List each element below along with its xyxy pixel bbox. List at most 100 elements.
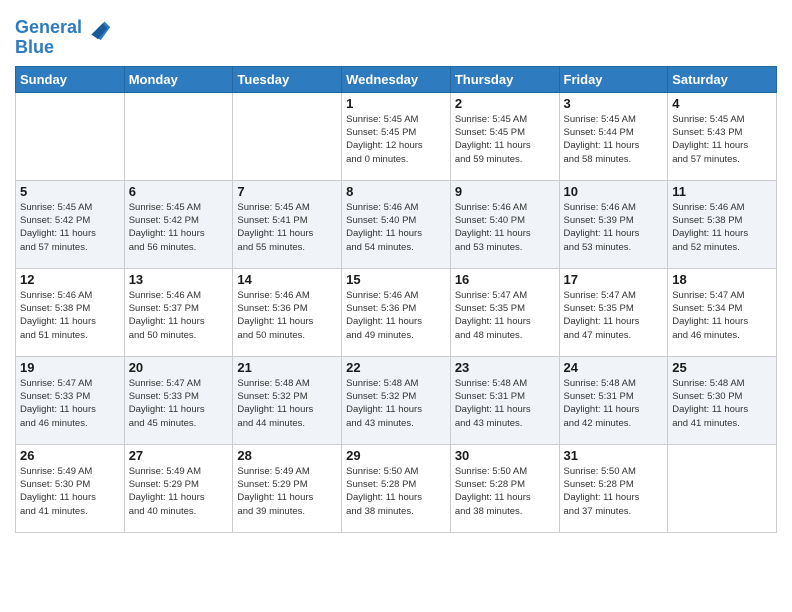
day-info: Sunrise: 5:46 AM Sunset: 5:40 PM Dayligh… [346,201,446,254]
day-info: Sunrise: 5:47 AM Sunset: 5:35 PM Dayligh… [564,289,664,342]
weekday-header-row: SundayMondayTuesdayWednesdayThursdayFrid… [16,66,777,92]
calendar-cell: 18 Sunrise: 5:47 AM Sunset: 5:34 PM Dayli… [668,268,777,356]
calendar-cell [124,92,233,180]
day-info: Sunrise: 5:45 AM Sunset: 5:43 PM Dayligh… [672,113,772,166]
calendar-cell: 6 Sunrise: 5:45 AM Sunset: 5:42 PM Daylig… [124,180,233,268]
day-number: 27 [129,448,229,463]
day-number: 8 [346,184,446,199]
day-info: Sunrise: 5:45 AM Sunset: 5:42 PM Dayligh… [129,201,229,254]
day-number: 20 [129,360,229,375]
day-info: Sunrise: 5:46 AM Sunset: 5:38 PM Dayligh… [20,289,120,342]
day-number: 18 [672,272,772,287]
day-number: 1 [346,96,446,111]
weekday-header-friday: Friday [559,66,668,92]
logo-text2: Blue [15,38,54,58]
calendar-cell: 16 Sunrise: 5:47 AM Sunset: 5:35 PM Dayli… [450,268,559,356]
weekday-header-saturday: Saturday [668,66,777,92]
calendar-cell: 22 Sunrise: 5:48 AM Sunset: 5:32 PM Dayli… [342,356,451,444]
day-info: Sunrise: 5:45 AM Sunset: 5:45 PM Dayligh… [346,113,446,166]
day-number: 11 [672,184,772,199]
day-number: 26 [20,448,120,463]
day-number: 21 [237,360,337,375]
day-info: Sunrise: 5:46 AM Sunset: 5:39 PM Dayligh… [564,201,664,254]
calendar-cell: 17 Sunrise: 5:47 AM Sunset: 5:35 PM Dayli… [559,268,668,356]
calendar-cell: 25Sunrise: 5:48 AM Sunset: 5:30 PM Dayli… [668,356,777,444]
day-number: 22 [346,360,446,375]
day-number: 6 [129,184,229,199]
week-row-1: 1 Sunrise: 5:45 AM Sunset: 5:45 PM Daylig… [16,92,777,180]
day-number: 12 [20,272,120,287]
weekday-header-monday: Monday [124,66,233,92]
day-number: 3 [564,96,664,111]
day-number: 2 [455,96,555,111]
day-info: Sunrise: 5:49 AM Sunset: 5:29 PM Dayligh… [129,465,229,518]
weekday-header-sunday: Sunday [16,66,125,92]
calendar-cell: 1 Sunrise: 5:45 AM Sunset: 5:45 PM Daylig… [342,92,451,180]
calendar-cell: 5 Sunrise: 5:45 AM Sunset: 5:42 PM Daylig… [16,180,125,268]
logo: General Blue [15,14,112,58]
day-number: 14 [237,272,337,287]
day-number: 19 [20,360,120,375]
day-number: 4 [672,96,772,111]
day-info: Sunrise: 5:46 AM Sunset: 5:38 PM Dayligh… [672,201,772,254]
day-info: Sunrise: 5:46 AM Sunset: 5:37 PM Dayligh… [129,289,229,342]
weekday-header-tuesday: Tuesday [233,66,342,92]
day-info: Sunrise: 5:48 AM Sunset: 5:31 PM Dayligh… [455,377,555,430]
calendar-cell: 3 Sunrise: 5:45 AM Sunset: 5:44 PM Daylig… [559,92,668,180]
day-info: Sunrise: 5:48 AM Sunset: 5:32 PM Dayligh… [237,377,337,430]
day-number: 17 [564,272,664,287]
calendar-cell: 2 Sunrise: 5:45 AM Sunset: 5:45 PM Daylig… [450,92,559,180]
day-number: 23 [455,360,555,375]
calendar-cell: 14 Sunrise: 5:46 AM Sunset: 5:36 PM Dayli… [233,268,342,356]
calendar-cell: 11 Sunrise: 5:46 AM Sunset: 5:38 PM Dayli… [668,180,777,268]
day-info: Sunrise: 5:48 AM Sunset: 5:32 PM Dayligh… [346,377,446,430]
calendar-cell: 8 Sunrise: 5:46 AM Sunset: 5:40 PM Daylig… [342,180,451,268]
day-info: Sunrise: 5:48 AM Sunset: 5:30 PM Dayligh… [672,377,772,430]
calendar-cell: 12 Sunrise: 5:46 AM Sunset: 5:38 PM Dayli… [16,268,125,356]
calendar-cell [668,444,777,532]
week-row-2: 5 Sunrise: 5:45 AM Sunset: 5:42 PM Daylig… [16,180,777,268]
day-number: 13 [129,272,229,287]
week-row-5: 26Sunrise: 5:49 AM Sunset: 5:30 PM Dayli… [16,444,777,532]
day-number: 10 [564,184,664,199]
day-info: Sunrise: 5:50 AM Sunset: 5:28 PM Dayligh… [346,465,446,518]
calendar-cell: 28Sunrise: 5:49 AM Sunset: 5:29 PM Dayli… [233,444,342,532]
calendar-cell [233,92,342,180]
day-info: Sunrise: 5:45 AM Sunset: 5:42 PM Dayligh… [20,201,120,254]
calendar-cell: 13 Sunrise: 5:46 AM Sunset: 5:37 PM Dayli… [124,268,233,356]
day-number: 15 [346,272,446,287]
day-info: Sunrise: 5:47 AM Sunset: 5:35 PM Dayligh… [455,289,555,342]
weekday-header-thursday: Thursday [450,66,559,92]
calendar-cell: 7 Sunrise: 5:45 AM Sunset: 5:41 PM Daylig… [233,180,342,268]
day-info: Sunrise: 5:45 AM Sunset: 5:44 PM Dayligh… [564,113,664,166]
day-number: 16 [455,272,555,287]
day-number: 9 [455,184,555,199]
logo-text: General [15,18,82,38]
calendar-cell [16,92,125,180]
calendar-cell: 26Sunrise: 5:49 AM Sunset: 5:30 PM Dayli… [16,444,125,532]
day-number: 31 [564,448,664,463]
day-number: 7 [237,184,337,199]
logo-icon [84,14,112,42]
day-info: Sunrise: 5:45 AM Sunset: 5:41 PM Dayligh… [237,201,337,254]
day-info: Sunrise: 5:47 AM Sunset: 5:33 PM Dayligh… [20,377,120,430]
calendar-cell: 19 Sunrise: 5:47 AM Sunset: 5:33 PM Dayli… [16,356,125,444]
calendar-cell: 20Sunrise: 5:47 AM Sunset: 5:33 PM Dayli… [124,356,233,444]
day-info: Sunrise: 5:50 AM Sunset: 5:28 PM Dayligh… [455,465,555,518]
day-info: Sunrise: 5:48 AM Sunset: 5:31 PM Dayligh… [564,377,664,430]
week-row-4: 19 Sunrise: 5:47 AM Sunset: 5:33 PM Dayli… [16,356,777,444]
day-number: 30 [455,448,555,463]
day-info: Sunrise: 5:45 AM Sunset: 5:45 PM Dayligh… [455,113,555,166]
day-info: Sunrise: 5:47 AM Sunset: 5:34 PM Dayligh… [672,289,772,342]
calendar-cell: 30 Sunrise: 5:50 AM Sunset: 5:28 PM Dayli… [450,444,559,532]
calendar-cell: 24Sunrise: 5:48 AM Sunset: 5:31 PM Dayli… [559,356,668,444]
calendar-cell: 23 Sunrise: 5:48 AM Sunset: 5:31 PM Dayli… [450,356,559,444]
calendar-cell: 15Sunrise: 5:46 AM Sunset: 5:36 PM Dayli… [342,268,451,356]
day-number: 5 [20,184,120,199]
calendar-cell: 29 Sunrise: 5:50 AM Sunset: 5:28 PM Dayli… [342,444,451,532]
calendar-cell: 21 Sunrise: 5:48 AM Sunset: 5:32 PM Dayli… [233,356,342,444]
day-info: Sunrise: 5:46 AM Sunset: 5:40 PM Dayligh… [455,201,555,254]
day-info: Sunrise: 5:46 AM Sunset: 5:36 PM Dayligh… [237,289,337,342]
day-number: 29 [346,448,446,463]
page: General Blue SundayMondayTuesdayWednesda… [0,0,792,612]
